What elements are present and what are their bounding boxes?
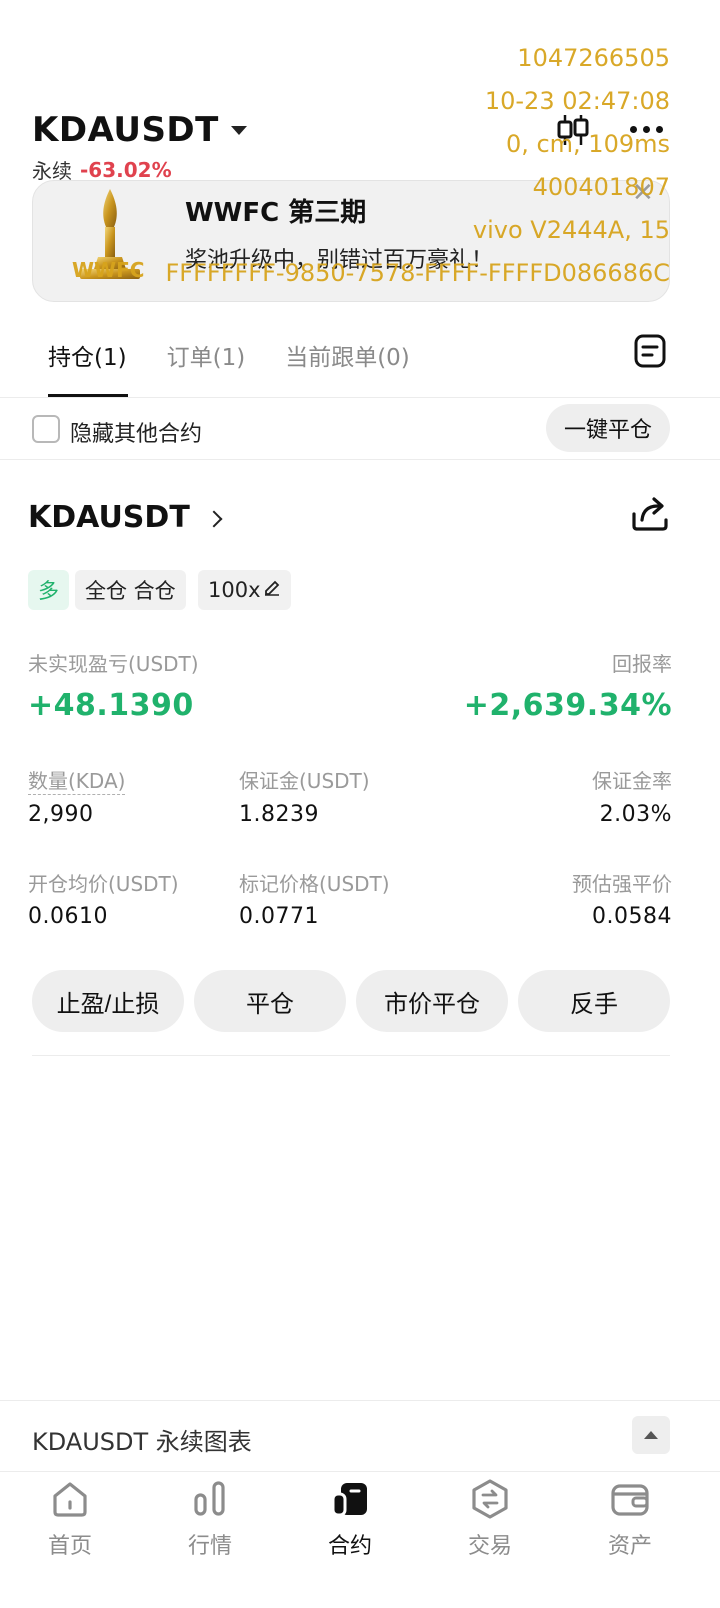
position-tabs: 持仓(1) 订单(1) 当前跟单(0) [48, 338, 410, 372]
nav-label: 合约 [327, 1534, 372, 1559]
nav-market[interactable]: 行情 [155, 1478, 265, 1560]
unrealized-pnl-value: +48.1390 [28, 688, 194, 723]
order-history-icon[interactable] [634, 334, 666, 368]
trade-icon [472, 1479, 508, 1519]
liq-price-value: 0.0584 [592, 904, 672, 929]
entry-price-value: 0.0610 [28, 904, 108, 929]
quantity-value: 2,990 [28, 802, 94, 827]
margin-rate-label: 保证金率 [592, 769, 672, 793]
futures-icon [331, 1483, 367, 1517]
close-position-button[interactable]: 平仓 [194, 970, 346, 1032]
nav-label: 资产 [607, 1534, 652, 1559]
nav-label: 行情 [187, 1534, 232, 1559]
tab-orders[interactable]: 订单(1) [167, 338, 246, 372]
watermark-line: FFFFFFFF-9850-7578-FFFF-FFFFD086686C [165, 259, 670, 287]
banner-title: WWFC 第三期 [185, 198, 367, 228]
caret-up-icon [644, 1431, 658, 1439]
market-icon [194, 1481, 225, 1516]
caret-down-icon [230, 125, 247, 135]
tab-copy-trades[interactable]: 当前跟单(0) [285, 338, 410, 372]
expand-chart-button[interactable] [632, 1416, 670, 1454]
price-change: -63.02% [80, 157, 172, 182]
symbol-selector[interactable]: KDAUSDT [32, 110, 247, 150]
nav-assets[interactable]: 资产 [575, 1478, 685, 1560]
divider [0, 459, 720, 460]
nav-label: 交易 [467, 1534, 512, 1559]
nav-label: 首页 [47, 1534, 92, 1559]
share-icon[interactable] [630, 494, 670, 532]
liq-price-label: 预估强平价 [572, 872, 672, 896]
margin-rate-value: 2.03% [599, 802, 672, 827]
tp-sl-button[interactable]: 止盈/止损 [32, 970, 184, 1032]
side-tag: 多 [28, 570, 69, 610]
watermark-line: 0, cm, 109ms [505, 130, 670, 158]
watermark-line: vivo V2444A, 15 [472, 216, 670, 244]
chart-bar-label: KDAUSDT 永续图表 [32, 1428, 252, 1456]
nav-trade[interactable]: 交易 [435, 1478, 545, 1560]
hide-others-checkbox[interactable] [32, 415, 60, 443]
home-icon [53, 1482, 87, 1517]
entry-price-label: 开仓均价(USDT) [28, 872, 179, 896]
chevron-right-icon [205, 510, 223, 527]
symbol-title: KDAUSDT [32, 110, 219, 150]
divider [32, 1055, 670, 1056]
quantity-label[interactable]: 数量(KDA) [28, 765, 126, 795]
divider [0, 397, 720, 398]
market-close-button[interactable]: 市价平仓 [356, 970, 508, 1032]
margin-value: 1.8239 [239, 802, 319, 827]
tab-positions[interactable]: 持仓(1) [48, 338, 127, 372]
hide-others-label: 隐藏其他合约 [70, 422, 203, 447]
nav-home[interactable]: 首页 [15, 1478, 125, 1560]
watermark-line: 400401807 [532, 173, 670, 201]
mark-price-value: 0.0771 [239, 904, 319, 929]
roe-label: 回报率 [612, 652, 672, 676]
nav-futures[interactable]: 合约 [295, 1478, 405, 1560]
roe-value: +2,639.34% [463, 688, 672, 723]
wallet-icon [611, 1484, 649, 1516]
leverage-tag[interactable]: 100x [198, 570, 291, 610]
watermark-line: 1047266505 [517, 44, 670, 72]
position-symbol: KDAUSDT [28, 500, 190, 535]
position-symbol-link[interactable]: KDAUSDT [28, 500, 223, 535]
mark-price-label: 标记价格(USDT) [239, 872, 390, 896]
watermark-line: 10-23 02:47:08 [484, 87, 670, 115]
reverse-button[interactable]: 反手 [518, 970, 670, 1032]
leverage-value: 100x [208, 578, 261, 602]
unrealized-pnl-label: 未实现盈亏(USDT) [28, 652, 199, 676]
margin-mode-tag: 全仓 合仓 [75, 570, 186, 610]
edit-pencil-icon [264, 580, 279, 596]
banner-logo-text: WWFC [72, 258, 145, 282]
margin-label: 保证金(USDT) [239, 769, 370, 793]
close-all-button[interactable]: 一键平仓 [546, 404, 670, 452]
